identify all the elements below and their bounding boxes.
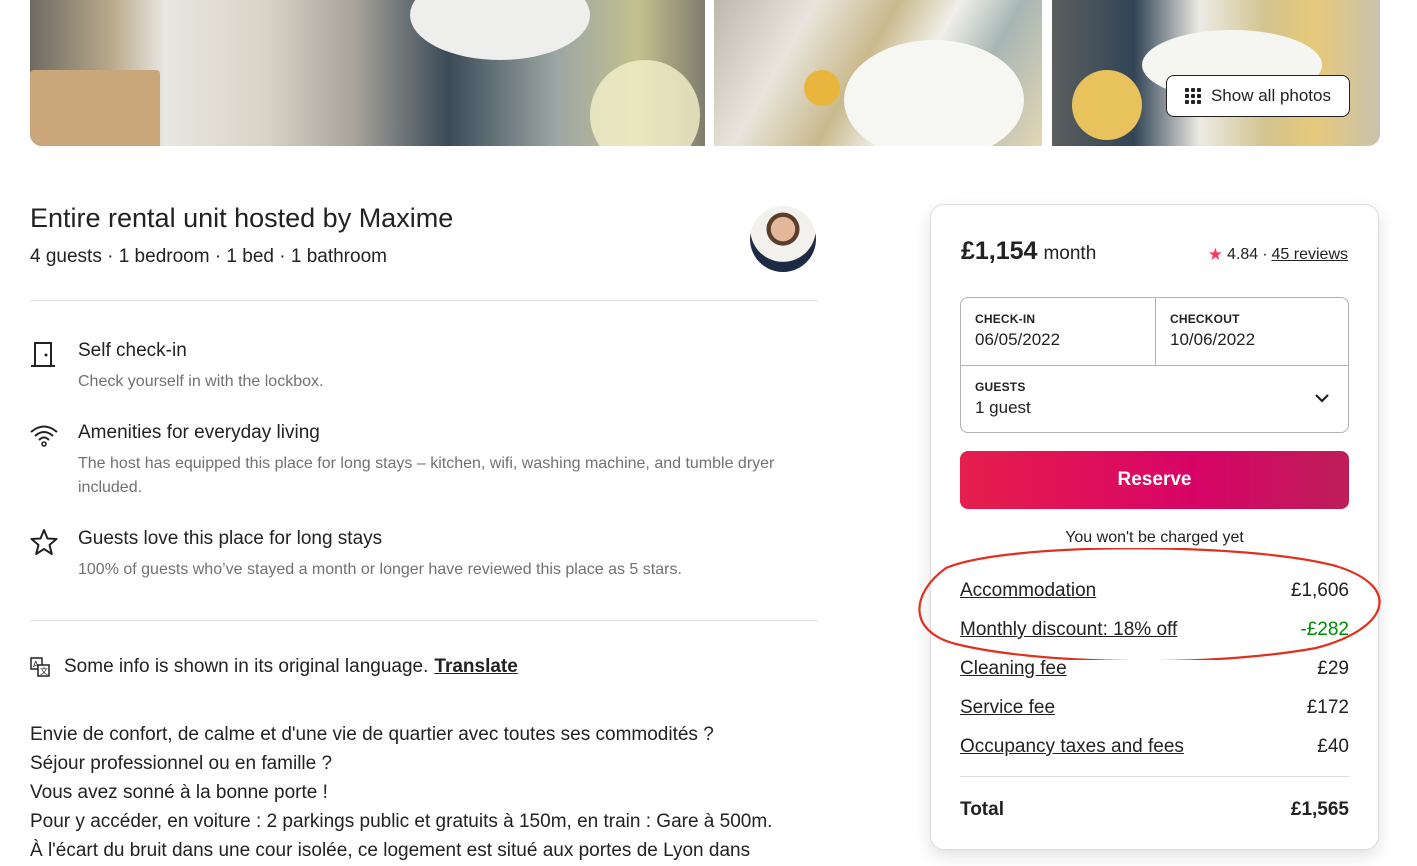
checkin-label: CHECK-IN [975,312,1036,326]
total-label: Total [960,799,1004,820]
fee-label[interactable]: Accommodation [960,580,1096,602]
listing-photo-living[interactable] [1052,0,1380,146]
fee-row-service: Service fee £172 [960,697,1349,719]
total-divider [960,776,1349,777]
date-guest-picker: CHECK-IN 06/05/2022 CHECKOUT 10/06/2022 … [960,297,1349,433]
fee-row-cleaning: Cleaning fee £29 [960,658,1349,680]
translate-link[interactable]: Translate [434,656,517,678]
listing-photo-main[interactable] [30,0,705,146]
translate-notice-text: Some info is shown in its original langu… [64,656,429,677]
fee-row-accommodation: Accommodation £1,606 [960,580,1349,602]
feature-description: The host has equipped this place for lon… [78,455,775,496]
section-divider [30,300,818,301]
total-value: £1,565 [1290,799,1349,820]
show-all-photos-button[interactable]: Show all photos [1165,75,1350,117]
listing-summary: 4 guests · 1 bedroom · 1 bed · 1 bathroo… [30,246,387,267]
price-unit: month [1043,243,1097,264]
feature-title: Amenities for everyday living [78,422,320,443]
feature-description: Check yourself in with the lockbox. [78,373,324,390]
feature-title: Self check-in [78,340,187,361]
fee-label[interactable]: Service fee [960,697,1055,719]
no-charge-note: You won't be charged yet [1065,529,1244,546]
description-line: À l'écart du bruit dans une cour isolée,… [30,840,751,861]
description-line: Séjour professionnel ou en famille ? [30,753,333,774]
nightly-price: £1,154 month [961,237,1096,266]
grid-icon [1184,88,1201,104]
fee-value: £172 [1306,697,1349,718]
fee-value: £1,606 [1290,580,1349,601]
translate-icon: A 文 [30,657,50,677]
guests-value: 1 guest [975,398,1031,417]
door-icon [31,342,55,367]
total-row: Total £1,565 [960,799,1349,821]
fee-value: £40 [1317,736,1349,757]
price-amount: £1,154 [961,237,1038,265]
reviews-link[interactable]: 45 reviews [1272,246,1348,264]
photo-gallery: Show all photos [30,0,1380,146]
booking-card: £1,154 month ★ 4.84 · 45 reviews CHECK-I… [930,204,1379,850]
show-all-photos-label: Show all photos [1210,86,1331,105]
chevron-down-icon[interactable] [1314,390,1330,406]
checkin-field[interactable]: CHECK-IN 06/05/2022 [961,298,1155,365]
guests-field[interactable]: GUESTS 1 guest [961,366,1350,433]
rating-value: 4.84 [1227,246,1259,263]
guests-label: GUESTS [975,380,1026,394]
description-line: Vous avez sonné à la bonne porte ! [30,782,328,803]
rating-separator: · [1262,246,1268,263]
feature-title: Guests love this place for long stays [78,528,383,549]
checkout-label: CHECKOUT [1170,312,1240,326]
reserve-button[interactable]: Reserve [960,451,1349,509]
description-line: Pour y accéder, en voiture : 2 parkings … [30,811,773,832]
fee-label[interactable]: Occupancy taxes and fees [960,736,1184,758]
fee-label[interactable]: Monthly discount: 18% off [960,619,1177,641]
star-outline-icon [30,529,58,555]
fee-row-monthly-discount: Monthly discount: 18% off -£282 [960,619,1349,641]
host-avatar[interactable] [750,206,816,272]
translate-notice: A 文 Some info is shown in its original l… [30,656,518,678]
star-icon: ★ [1207,245,1224,264]
checkout-value: 10/06/2022 [1170,330,1256,349]
fee-value: £29 [1317,658,1349,679]
section-divider [30,620,818,621]
checkin-value: 06/05/2022 [975,330,1061,349]
feature-description: 100% of guests who’ve stayed a month or … [78,561,682,578]
listing-description: Envie de confort, de calme et d'une vie … [30,720,820,865]
listing-title: Entire rental unit hosted by Maxime [30,203,454,233]
svg-text:文: 文 [40,666,48,676]
fee-row-occupancy-taxes: Occupancy taxes and fees £40 [960,736,1349,758]
fee-label[interactable]: Cleaning fee [960,658,1067,680]
description-line: Envie de confort, de calme et d'une vie … [30,724,714,745]
wifi-icon [30,425,58,447]
listing-photo-dining[interactable] [714,0,1042,146]
rating-summary: ★ 4.84 · 45 reviews [1208,245,1348,265]
checkout-field[interactable]: CHECKOUT 10/06/2022 [1156,298,1350,365]
fee-value: -£282 [1300,619,1349,640]
